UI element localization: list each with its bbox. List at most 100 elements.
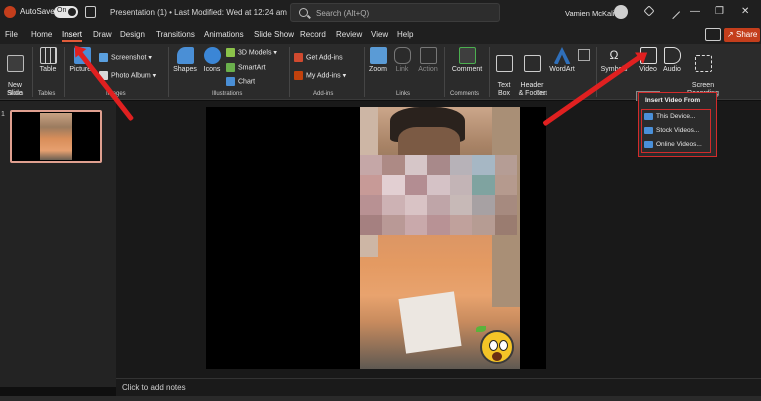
paper-sheet: [398, 291, 462, 354]
notes-placeholder: Click to add notes: [122, 383, 186, 392]
shocked-emoji-icon: [480, 330, 514, 364]
zoom-button[interactable]: Zoom: [367, 47, 389, 74]
tab-home[interactable]: Home: [31, 30, 52, 39]
screenshot-label: Screenshot: [111, 54, 147, 62]
divider: [364, 47, 365, 97]
audio-button[interactable]: Audio: [661, 47, 683, 74]
table-label: Table: [39, 66, 57, 73]
icons-label: Icons: [203, 66, 221, 73]
thumbnail-photo: [40, 113, 72, 160]
smartart-button[interactable]: SmartArt: [226, 63, 266, 72]
divider: [32, 47, 33, 97]
action-button[interactable]: Action: [416, 47, 440, 74]
group-illustrations-label: Illustrations: [212, 91, 243, 97]
online-videos-label: Online Videos...: [656, 141, 702, 149]
tab-slide-show[interactable]: Slide Show: [254, 30, 294, 39]
close-icon[interactable]: ✕: [741, 6, 749, 17]
photo-album-label: Photo Album: [111, 72, 151, 80]
insert-video-dropdown: Insert Video From This Device... Stock V…: [638, 92, 717, 157]
share-button[interactable]: Share: [724, 28, 760, 42]
screen-recording-button[interactable]: Screen Recording: [684, 47, 722, 98]
document-title[interactable]: Presentation (1) • Last Modified: Wed at…: [110, 8, 287, 17]
icons-icon: [203, 47, 221, 64]
screen-recording-icon: [694, 55, 712, 72]
shapes-icon: [176, 47, 194, 64]
my-addins-label: My Add-ins: [306, 72, 341, 80]
tab-view[interactable]: View: [371, 30, 388, 39]
restore-icon[interactable]: ❐: [715, 6, 724, 17]
avatar[interactable]: [614, 5, 628, 19]
wordart-button[interactable]: WordArt: [548, 47, 576, 74]
slide-thumbnail[interactable]: [10, 110, 102, 163]
tab-draw[interactable]: Draw: [93, 30, 112, 39]
title-bar: AutoSave On Presentation (1) • Last Modi…: [0, 0, 761, 26]
chart-label: Chart: [238, 78, 256, 86]
pixelated-region: [360, 155, 517, 235]
tab-record[interactable]: Record: [300, 30, 326, 39]
autosave-toggle-state: On: [57, 7, 67, 14]
wordart-icon: [553, 47, 571, 64]
tab-help[interactable]: Help: [397, 30, 413, 39]
wordart-label: WordArt: [549, 66, 575, 73]
link-button[interactable]: Link: [392, 47, 412, 74]
group-text-label: Text: [536, 91, 548, 97]
tab-animations[interactable]: Animations: [204, 30, 244, 39]
tab-design[interactable]: Design: [120, 30, 145, 39]
action-label: Action: [418, 66, 438, 73]
text-box-button[interactable]: Text Box: [494, 47, 514, 98]
this-device-option[interactable]: This Device...: [644, 113, 695, 120]
shapes-label: Shapes: [173, 66, 197, 73]
save-icon[interactable]: [85, 6, 96, 18]
tab-insert[interactable]: Insert: [62, 30, 83, 42]
link-label: Link: [395, 66, 409, 73]
screenshot-button[interactable]: Screenshot ▾: [99, 53, 152, 62]
text-more-icon[interactable]: [578, 49, 590, 61]
comments-icon[interactable]: [705, 28, 721, 41]
comment-button[interactable]: Comment: [448, 47, 486, 74]
chart-button[interactable]: Chart: [226, 77, 255, 86]
stock-videos-option[interactable]: Stock Videos...: [644, 127, 699, 134]
smartart-icon: [226, 63, 235, 72]
omega-icon: Ω: [609, 48, 619, 62]
globe-icon: [644, 141, 653, 148]
group-tables-label: Tables: [38, 91, 56, 97]
audio-label: Audio: [663, 66, 681, 73]
my-addins-button[interactable]: My Add-ins ▾: [294, 71, 346, 80]
get-addins-button[interactable]: Get Add-ins: [294, 53, 343, 62]
get-addins-label: Get Add-ins: [306, 54, 343, 62]
online-videos-option[interactable]: Online Videos...: [644, 141, 702, 148]
group-links-label: Links: [396, 91, 411, 97]
diamond-icon[interactable]: [643, 5, 655, 17]
slide-number: 1: [1, 111, 5, 118]
photo-album-button[interactable]: Photo Album ▾: [99, 71, 156, 80]
comment-icon: [458, 47, 476, 64]
autosave-toggle[interactable]: On: [54, 6, 78, 18]
this-device-label: This Device...: [656, 113, 696, 121]
new-slide-icon: [6, 55, 24, 72]
minimize-icon[interactable]: —: [690, 6, 700, 17]
addins-icon: [294, 71, 303, 80]
table-button[interactable]: Table: [36, 47, 60, 74]
status-bar: [0, 396, 761, 401]
smartart-label: SmartArt: [238, 64, 266, 72]
shapes-button[interactable]: Shapes: [172, 47, 198, 74]
group-slides-label: Slides: [7, 91, 24, 97]
star-icon: [419, 47, 437, 64]
tab-transitions[interactable]: Transitions: [156, 30, 195, 39]
tab-review[interactable]: Review: [336, 30, 362, 39]
dropdown-items-box: This Device... Stock Videos... Online Vi…: [641, 109, 711, 153]
search-input[interactable]: Search (Alt+Q): [316, 9, 369, 18]
tab-file[interactable]: File: [5, 30, 18, 39]
search-box[interactable]: Search (Alt+Q): [290, 3, 500, 22]
header-footer-icon: [523, 55, 541, 72]
icons-button[interactable]: Icons: [201, 47, 223, 74]
divider: [289, 47, 290, 97]
pen-icon[interactable]: [665, 4, 681, 20]
divider: [64, 47, 65, 97]
store-icon: [294, 53, 303, 62]
notes-pane[interactable]: Click to add notes: [116, 378, 761, 396]
chart-icon: [226, 77, 235, 86]
text-box-label: Text Box: [497, 82, 511, 97]
3d-models-button[interactable]: 3D Models ▾: [226, 48, 277, 57]
user-name[interactable]: Vamien McKalin: [565, 9, 619, 18]
